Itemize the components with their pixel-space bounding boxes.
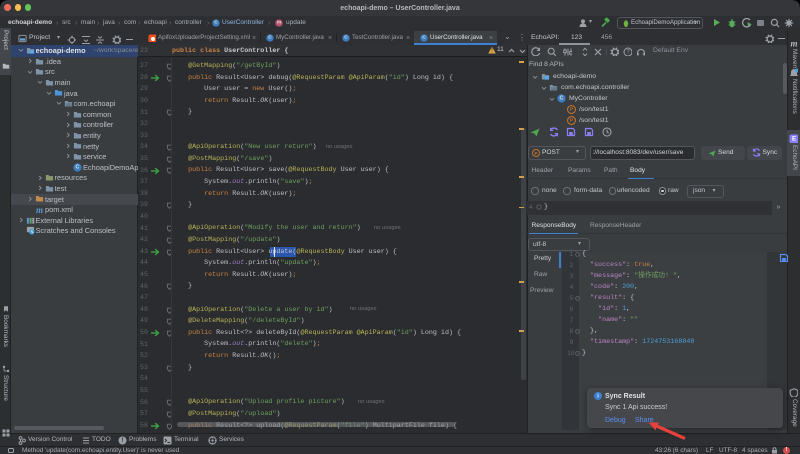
svg-text:P: P (534, 151, 537, 156)
svg-text:!: ! (491, 47, 493, 53)
svg-text:P: P (570, 118, 574, 124)
svg-text:C: C (560, 96, 564, 102)
svg-text:!: ! (122, 438, 124, 444)
svg-text:C: C (268, 35, 272, 41)
svg-text:m: m (277, 21, 281, 26)
svg-text:m: m (36, 205, 43, 214)
svg-text:P: P (570, 107, 574, 113)
svg-text:C: C (422, 35, 426, 41)
svg-text:?: ? (626, 49, 630, 55)
svg-text:C: C (76, 164, 80, 170)
svg-text:C: C (214, 20, 218, 26)
svg-text:C: C (344, 35, 348, 41)
svg-text:m: m (790, 39, 797, 48)
svg-text:E: E (792, 136, 796, 142)
